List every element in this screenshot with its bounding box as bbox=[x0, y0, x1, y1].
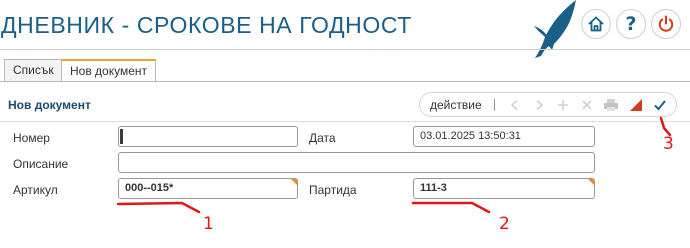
power-icon bbox=[658, 15, 674, 32]
panel-title: Нов документ bbox=[8, 98, 91, 112]
description-label: Описание bbox=[13, 157, 69, 171]
print-icon[interactable] bbox=[603, 97, 619, 113]
action-menu-button[interactable]: действие bbox=[430, 98, 482, 112]
tab-new-document[interactable]: Нов документ bbox=[61, 59, 157, 82]
toolbar-separator bbox=[494, 99, 495, 111]
annotation-underline-1 bbox=[116, 201, 201, 214]
description-field[interactable] bbox=[118, 152, 595, 173]
header-divider bbox=[0, 49, 690, 50]
panel-divider bbox=[0, 121, 690, 122]
plus-icon[interactable] bbox=[555, 97, 571, 113]
annotation-number-3: 3 bbox=[663, 134, 674, 154]
batch-field[interactable]: 111-3 bbox=[413, 178, 595, 199]
tabs-divider bbox=[0, 81, 690, 82]
action-toolbar: действие bbox=[419, 92, 677, 117]
flag-icon[interactable] bbox=[628, 97, 644, 113]
app-title: ДНЕВНИК - СРОКОВЕ НА ГОДНОСТ bbox=[1, 12, 412, 38]
batch-label: Партида bbox=[309, 183, 357, 197]
date-field[interactable]: 03.01.2025 13:50:31 bbox=[413, 126, 595, 147]
home-icon bbox=[588, 16, 604, 32]
text-cursor bbox=[120, 129, 123, 144]
chevron-right-icon[interactable] bbox=[531, 97, 547, 113]
x-icon[interactable] bbox=[579, 97, 595, 113]
logout-button[interactable] bbox=[651, 9, 681, 39]
tab-list[interactable]: Списък bbox=[4, 59, 63, 81]
annotation-number-1: 1 bbox=[203, 214, 214, 234]
help-button[interactable]: ? bbox=[616, 9, 646, 39]
date-label: Дата bbox=[309, 131, 336, 145]
home-button[interactable] bbox=[581, 9, 611, 39]
annotation-underline-2 bbox=[411, 201, 491, 214]
number-field[interactable] bbox=[118, 126, 298, 147]
article-field[interactable]: 000--015* bbox=[118, 178, 298, 199]
annotation-number-2: 2 bbox=[499, 214, 510, 234]
check-icon[interactable] bbox=[652, 97, 668, 113]
number-label: Номер bbox=[13, 131, 50, 145]
article-label: Артикул bbox=[13, 183, 58, 197]
chevron-left-icon[interactable] bbox=[507, 97, 523, 113]
bird-logo bbox=[534, 0, 576, 58]
help-icon: ? bbox=[625, 12, 637, 35]
